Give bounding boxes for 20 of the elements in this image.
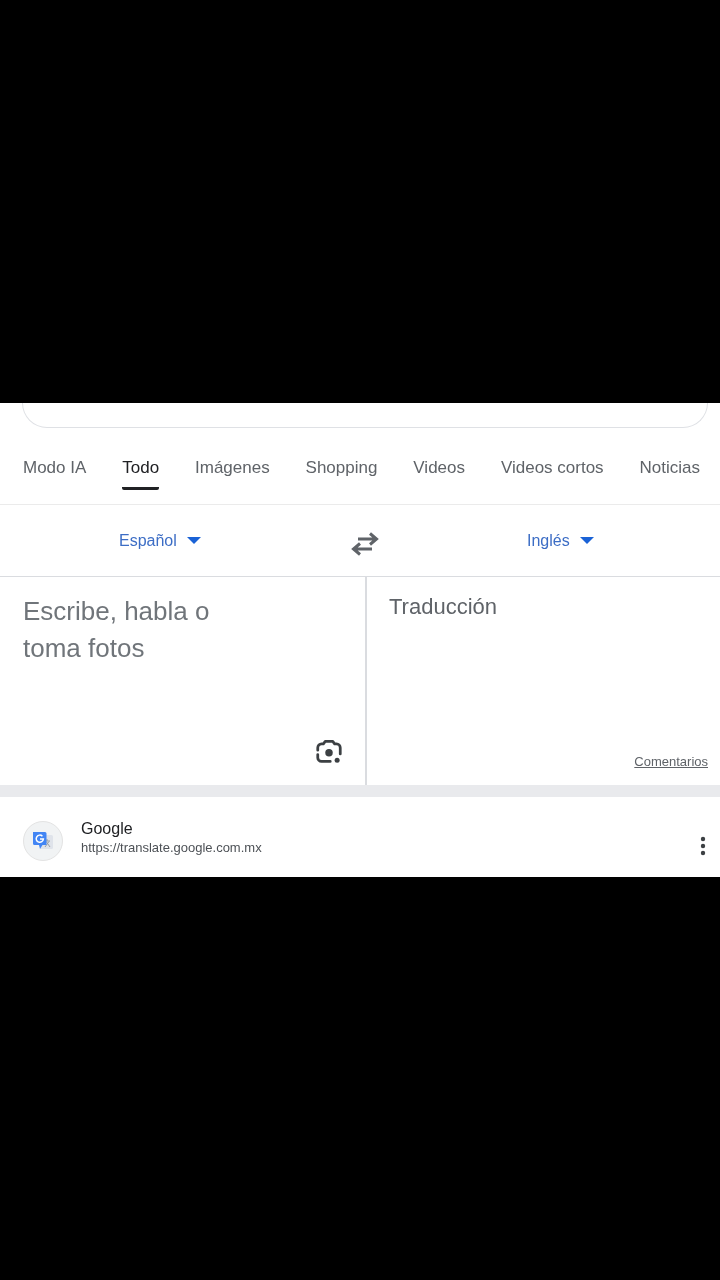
search-tab[interactable]: Imágenes [195, 428, 270, 490]
caret-icon [186, 537, 201, 544]
more-options-icon[interactable] [700, 836, 706, 856]
swap-languages-icon[interactable] [350, 531, 380, 556]
caret-icon [579, 537, 594, 544]
translation-output: Traducción [389, 593, 497, 621]
site-url[interactable]: https://translate.google.com.mx [81, 839, 262, 857]
search-tab[interactable]: Videos [413, 428, 465, 490]
target-language-button[interactable]: Inglés [527, 525, 594, 556]
search-tab[interactable]: Shopping [305, 428, 378, 490]
source-language-button[interactable]: Español [119, 525, 201, 556]
site-name[interactable]: Google [81, 819, 133, 839]
feedback-link[interactable]: Comentarios [634, 754, 708, 770]
search-tab[interactable]: Videos cortos [500, 428, 604, 490]
search-field[interactable] [22, 403, 708, 428]
source-text-field[interactable]: Escribe, habla o toma fotos [23, 593, 273, 673]
search-tab[interactable]: Todo [122, 428, 160, 490]
search-tab[interactable]: Modo IA [23, 428, 87, 490]
translate-logo-icon [23, 821, 63, 861]
search-tab[interactable]: Noticias [639, 428, 700, 490]
